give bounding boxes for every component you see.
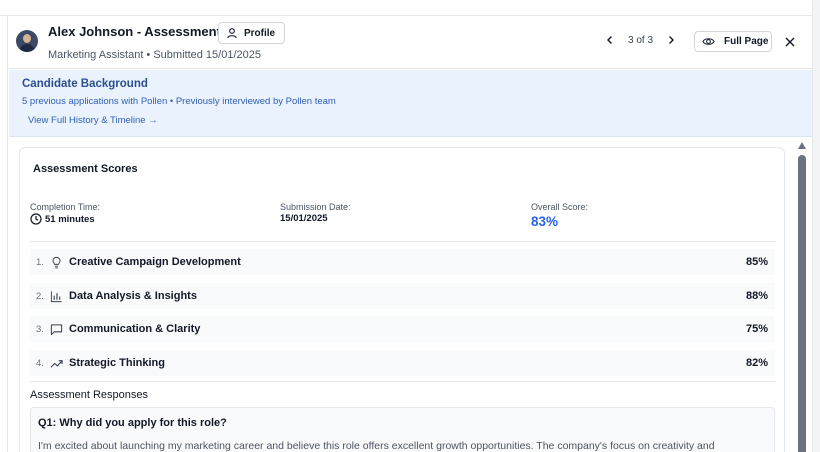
candidate-background-panel: Candidate Background 5 previous applicat…: [9, 70, 812, 137]
skill-number: 2.: [36, 290, 44, 302]
close-icon[interactable]: [784, 36, 796, 48]
completion-time-label: Completion Time:: [30, 202, 101, 212]
scroll-up-arrow[interactable]: [798, 142, 806, 149]
overall-score-label: Overall Score:: [531, 202, 589, 212]
avatar: [16, 30, 38, 52]
skill-row: 4. Strategic Thinking 82%: [30, 350, 775, 376]
submission-date: Submission Date: 15/01/2025: [280, 202, 351, 224]
candidate-background-title: Candidate Background: [22, 78, 148, 90]
divider: [30, 381, 775, 382]
skill-score: 85%: [745, 256, 768, 268]
response-card: Q1: Why did you apply for this role? I'm…: [30, 407, 775, 452]
message-icon: [50, 323, 63, 335]
submission-date-label: Submission Date:: [280, 202, 351, 212]
right-edge: [812, 0, 820, 452]
page-title: Alex Johnson - Assessment: [48, 24, 221, 39]
response-question: Q1: Why did you apply for this role?: [38, 417, 227, 429]
assessment-scores-card: Assessment Scores Completion Time: 51 mi…: [19, 147, 785, 452]
skill-row: 1. Creative Campaign Development 85%: [30, 249, 775, 275]
scrollbar-thumb[interactable]: [798, 155, 806, 452]
pager-text: 3 of 3: [628, 34, 654, 46]
skill-name: Data Analysis & Insights: [69, 290, 197, 302]
assessment-responses-title: Assessment Responses: [30, 389, 148, 401]
trending-up-icon: [50, 359, 63, 368]
skill-name: Creative Campaign Development: [69, 256, 241, 268]
skill-name: Communication & Clarity: [69, 323, 201, 335]
view-history-link[interactable]: View Full History & Timeline →: [28, 115, 158, 126]
candidate-background-summary: 5 previous applications with Pollen • Pr…: [22, 96, 336, 107]
assessment-header: Alex Johnson - Assessment Profile Market…: [9, 16, 812, 69]
lightbulb-icon: [52, 256, 61, 268]
overall-score-value: 83%: [531, 214, 559, 229]
submission-date-value: 15/01/2025: [280, 213, 328, 224]
eye-icon: [702, 38, 715, 45]
bar-chart-icon: [50, 290, 62, 302]
response-answer: I'm excited about launching my marketing…: [38, 440, 715, 452]
skill-score: 88%: [745, 290, 768, 302]
skill-name: Strategic Thinking: [69, 357, 165, 369]
skill-number: 4.: [36, 357, 44, 369]
skill-score: 82%: [745, 357, 768, 369]
assessment-scores-title: Assessment Scores: [33, 163, 138, 175]
left-edge: [0, 16, 8, 452]
full-page-label: Full Page: [724, 36, 769, 47]
skill-number: 3.: [36, 323, 44, 335]
skill-row: 2. Data Analysis & Insights 88%: [30, 283, 775, 309]
completion-time-value: 51 minutes: [45, 213, 95, 225]
chevron-right-icon[interactable]: [665, 34, 677, 46]
top-strip: [0, 0, 812, 16]
profile-button-label: Profile: [244, 27, 276, 39]
overall-score: Overall Score: 83%: [531, 202, 588, 229]
skill-number: 1.: [36, 256, 44, 268]
skill-row: 3. Communication & Clarity 75%: [30, 316, 775, 342]
completion-time: Completion Time: 51 minutes: [30, 202, 100, 225]
divider: [30, 241, 775, 242]
profile-button[interactable]: Profile: [218, 22, 285, 44]
full-page-button[interactable]: Full Page: [694, 31, 772, 52]
user-icon: [227, 28, 237, 39]
skill-score: 75%: [745, 323, 768, 335]
pager: 3 of 3: [604, 34, 677, 46]
clock-icon: [30, 213, 42, 225]
page-subtitle: Marketing Assistant • Submitted 15/01/20…: [48, 49, 261, 61]
chevron-left-icon[interactable]: [604, 34, 616, 46]
